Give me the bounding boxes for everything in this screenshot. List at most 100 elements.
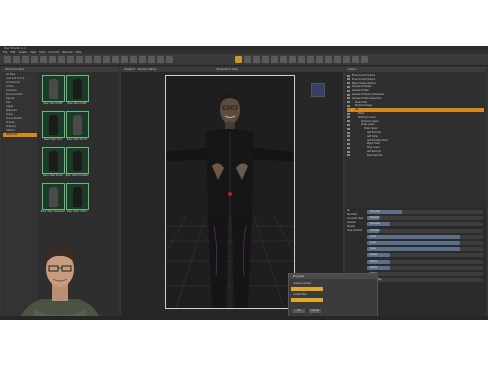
toolbar-button[interactable] — [139, 56, 146, 63]
cancel-button[interactable]: Cancel — [309, 309, 321, 313]
eye-icon[interactable] — [347, 104, 350, 107]
viewport-tab[interactable]: Render Library — [138, 68, 156, 71]
parameter-slider[interactable]: Scale — [367, 241, 483, 245]
toolbar-button[interactable] — [157, 56, 164, 63]
content-thumbnail[interactable] — [42, 75, 65, 102]
scene-tab[interactable]: Scene — [345, 67, 486, 72]
toolbar-button[interactable] — [334, 56, 341, 63]
camera-selector[interactable]: Perspective View — [217, 68, 238, 71]
toolbar-button[interactable] — [22, 56, 29, 63]
toolbar-button[interactable] — [40, 56, 47, 63]
figure-icon — [73, 79, 82, 99]
figure-icon — [49, 115, 58, 135]
eye-icon[interactable] — [347, 97, 350, 100]
toolbar-button[interactable] — [148, 56, 155, 63]
view-cube-icon[interactable] — [311, 83, 325, 97]
eye-icon[interactable] — [347, 74, 350, 77]
eye-icon[interactable] — [347, 135, 350, 138]
parameter-slider[interactable]: Translate — [367, 216, 483, 221]
parameter-slider[interactable]: Scale — [367, 247, 483, 252]
eye-icon[interactable] — [347, 89, 350, 92]
parameter-slider[interactable]: Rotate — [367, 253, 483, 258]
toolbar-button[interactable] — [67, 56, 74, 63]
content-thumbnail[interactable] — [42, 111, 65, 138]
eye-icon[interactable] — [347, 78, 350, 81]
parameter-slider[interactable]: Translate — [367, 222, 483, 227]
eye-icon[interactable] — [347, 116, 350, 119]
parameter-slider[interactable]: Translate — [367, 228, 483, 233]
eye-icon[interactable] — [347, 139, 350, 142]
scene-node-label: Left Pectoral — [367, 150, 381, 153]
toolbar-button[interactable] — [103, 56, 110, 63]
parameter-slider[interactable]: Visible — [367, 272, 483, 276]
eye-icon[interactable] — [347, 154, 350, 157]
toolbar-button[interactable] — [235, 56, 242, 63]
content-thumbnail[interactable] — [42, 147, 65, 174]
toolbar-button[interactable] — [85, 56, 92, 63]
eye-icon[interactable] — [347, 131, 350, 134]
toolbar-button[interactable] — [76, 56, 83, 63]
content-thumbnail[interactable] — [66, 147, 89, 174]
eye-icon[interactable] — [347, 150, 350, 153]
content-thumbnail[interactable] — [42, 183, 65, 210]
parameter-slider[interactable]: Selectable — [367, 278, 483, 283]
toolbar-button[interactable] — [4, 56, 11, 63]
parameter-group[interactable]: Pose Controls — [347, 229, 366, 233]
toolbar-button[interactable] — [361, 56, 368, 63]
toolbar-button[interactable] — [271, 56, 278, 63]
viewport-frame[interactable] — [165, 75, 295, 309]
toolbar-button[interactable] — [31, 56, 38, 63]
toolbar-button[interactable] — [316, 56, 323, 63]
toolbar-button[interactable] — [13, 56, 20, 63]
content-thumbnails: Basic Wear Outfit Basic Wear Outfit Basic … — [39, 73, 119, 223]
toolbar-button[interactable] — [262, 56, 269, 63]
category-item[interactable]: Wardrobe — [3, 133, 37, 137]
eye-icon[interactable] — [347, 112, 350, 115]
toolbar-button[interactable] — [343, 56, 350, 63]
eye-icon[interactable] — [347, 127, 350, 130]
parameter-slider[interactable]: Rotate — [367, 265, 483, 270]
scene-node-label: Left Shoulder Bend — [367, 138, 388, 142]
eye-icon[interactable] — [347, 93, 350, 96]
eye-icon[interactable] — [347, 146, 350, 149]
progress-dialog-title: Progress — [289, 274, 377, 279]
toolbar-button[interactable] — [121, 56, 128, 63]
scene-node-label: Basic Female Holdout — [352, 81, 376, 85]
eye-icon[interactable] — [347, 142, 350, 145]
toolbar-button[interactable] — [289, 56, 296, 63]
content-tab[interactable]: Smart Content — [2, 67, 119, 72]
toolbar-button[interactable] — [130, 56, 137, 63]
toolbar-button[interactable] — [298, 56, 305, 63]
toolbar-button[interactable] — [280, 56, 287, 63]
eye-icon[interactable] — [347, 120, 350, 123]
parameter-label: Translate — [370, 222, 380, 226]
toolbar-button[interactable] — [94, 56, 101, 63]
toolbar-button[interactable] — [325, 56, 332, 63]
toolbar-button[interactable] — [244, 56, 251, 63]
content-thumbnail[interactable] — [66, 183, 89, 210]
content-thumbnail[interactable] — [66, 111, 89, 138]
toolbar-button[interactable] — [166, 56, 173, 63]
scene-node-label: Genesis 8 Male — [352, 89, 369, 93]
app-window: Daz Studio 4.x File Edit Create View Tools Co… — [0, 46, 488, 320]
eye-icon[interactable] — [347, 82, 350, 85]
toolbar-button[interactable] — [307, 56, 314, 63]
eye-icon[interactable] — [347, 123, 350, 126]
toolbar-button[interactable] — [352, 56, 359, 63]
toolbar-button[interactable] — [112, 56, 119, 63]
viewport-tab[interactable]: Viewport — [124, 68, 135, 71]
eye-icon[interactable] — [347, 108, 350, 111]
parameter-slider[interactable]: Scale — [367, 234, 483, 239]
toolbar-button[interactable] — [49, 56, 56, 63]
content-thumbnail[interactable] — [66, 75, 89, 102]
ok-button[interactable]: OK — [293, 309, 305, 313]
parameter-slider[interactable]: Rotate — [367, 259, 483, 264]
toolbar-button[interactable] — [58, 56, 65, 63]
eye-icon[interactable] — [347, 85, 350, 88]
eye-icon[interactable] — [347, 101, 350, 104]
scene-node[interactable]: Right Pectoral — [347, 154, 484, 158]
toolbar-button[interactable] — [253, 56, 260, 63]
scene-node-label: Abdomen Upper — [361, 119, 379, 123]
parameter-label: Translate — [370, 216, 380, 220]
parameter-slider[interactable]: Translate — [367, 210, 483, 214]
